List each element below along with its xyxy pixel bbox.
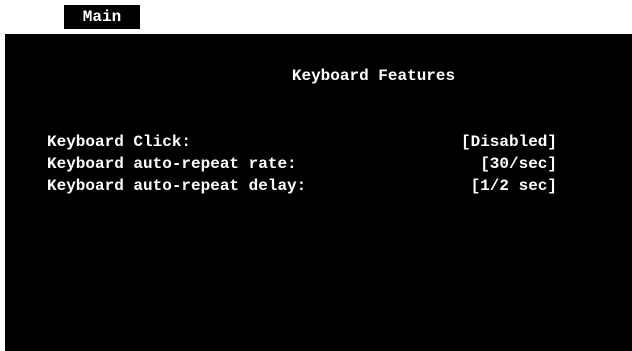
settings-screen: Keyboard Features Keyboard Click: [Disab…	[5, 34, 632, 351]
setting-value[interactable]: [1/2 sec]	[471, 176, 557, 196]
setting-auto-repeat-rate[interactable]: Keyboard auto-repeat rate: [30/sec]	[47, 154, 567, 174]
setting-auto-repeat-delay[interactable]: Keyboard auto-repeat delay: [1/2 sec]	[47, 176, 567, 196]
setting-value[interactable]: [Disabled]	[461, 132, 557, 152]
setting-label: Keyboard auto-repeat delay:	[47, 177, 307, 195]
setting-value[interactable]: [30/sec]	[480, 154, 557, 174]
menu-bar: Main	[0, 0, 632, 34]
setting-label: Keyboard auto-repeat rate:	[47, 155, 297, 173]
setting-label: Keyboard Click:	[47, 133, 192, 151]
page-title: Keyboard Features	[291, 67, 456, 85]
tab-main[interactable]: Main	[64, 5, 140, 29]
setting-keyboard-click[interactable]: Keyboard Click: [Disabled]	[47, 132, 567, 152]
